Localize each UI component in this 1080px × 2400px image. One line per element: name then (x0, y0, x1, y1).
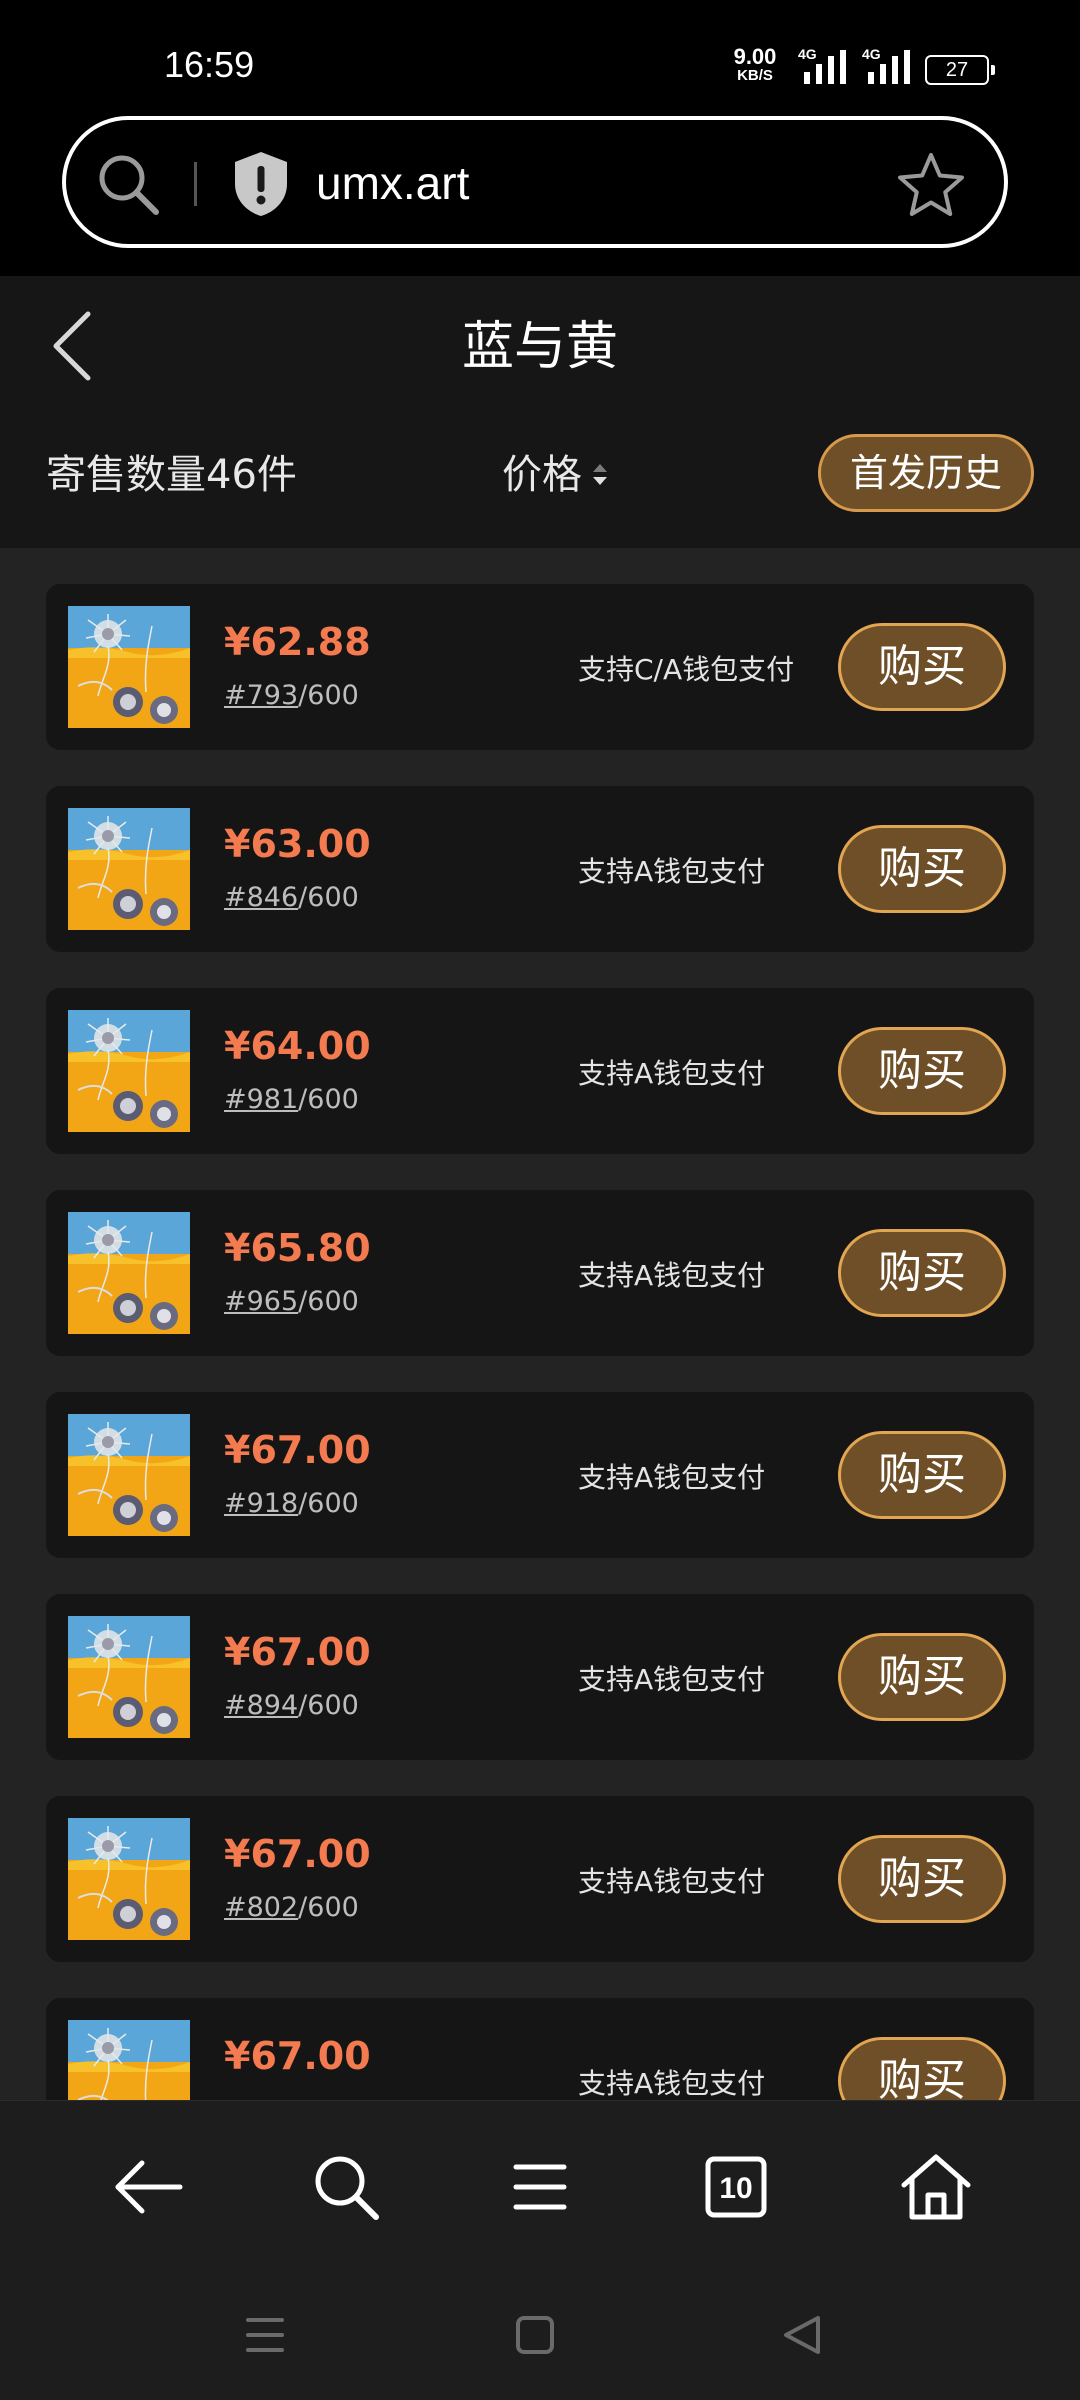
tab-count: 10 (719, 2172, 752, 2205)
page-header: 蓝与黄 寄售数量46件 价格 首发历史 (0, 276, 1080, 548)
clock: 16:59 (164, 44, 255, 85)
listing-card[interactable]: ¥67.00 #894/600 支持A钱包支付 购买 (46, 1594, 1034, 1760)
status-bar: 16:59 9.00 KB/S 4G 4G 27 (0, 0, 1080, 110)
listing-card[interactable]: ¥64.00 #981/600 支持A钱包支付 购买 (46, 988, 1034, 1154)
buy-button[interactable]: 购买 (838, 825, 1006, 913)
artwork-thumbnail[interactable] (68, 808, 190, 930)
listing-card[interactable]: ¥65.80 #965/600 支持A钱包支付 购买 (46, 1190, 1034, 1356)
payment-support: 支持A钱包支付 (578, 1057, 766, 1090)
listing-card[interactable]: ¥62.88 #793/600 支持C/A钱包支付 购买 (46, 584, 1034, 750)
token-number-link[interactable]: #793 (224, 680, 298, 711)
artwork-thumbnail[interactable] (68, 1212, 190, 1334)
edition-number: #965/600 (224, 1286, 359, 1317)
token-number-link[interactable]: #802 (224, 1892, 298, 1923)
listing-price: ¥67.00 (224, 1428, 371, 1472)
listing-list: ¥62.88 #793/600 支持C/A钱包支付 购买 ¥63.00 #846… (46, 584, 1034, 2100)
edition-number: #918/600 (224, 1488, 359, 1519)
edition-number: #981/600 (224, 1084, 359, 1115)
divider (194, 162, 197, 206)
edition-number: #894/600 (224, 1690, 359, 1721)
browser-toolbar: umx.art (0, 110, 1080, 276)
url-text[interactable]: umx.art (316, 156, 469, 210)
artwork-thumbnail[interactable] (68, 1818, 190, 1940)
token-number-link[interactable]: #894 (224, 1690, 298, 1721)
buy-button[interactable]: 购买 (838, 1027, 1006, 1115)
sort-by-price[interactable]: 价格 (502, 442, 582, 500)
search-icon[interactable] (306, 2147, 386, 2227)
edition-number: #802/600 (224, 1892, 359, 1923)
artwork-thumbnail[interactable] (68, 1414, 190, 1536)
network-speed: 9.00 KB/S (727, 44, 783, 84)
payment-support: 支持A钱包支付 (578, 1259, 766, 1292)
signal-label: 4G (798, 46, 817, 62)
home-icon[interactable] (896, 2147, 976, 2227)
payment-support: 支持A钱包支付 (578, 1663, 766, 1696)
consign-count: 寄售数量46件 (46, 452, 297, 498)
artwork-thumbnail[interactable] (68, 1010, 190, 1132)
buy-button[interactable]: 购买 (838, 1835, 1006, 1923)
home-square-icon[interactable] (510, 2310, 560, 2360)
back-arrow-icon[interactable] (108, 2147, 188, 2227)
artwork-thumbnail[interactable] (68, 1616, 190, 1738)
edition-total: /600 (298, 1084, 359, 1115)
token-number-link[interactable]: #918 (224, 1488, 298, 1519)
listing-price: ¥64.00 (224, 1024, 371, 1068)
star-icon[interactable] (896, 150, 966, 220)
token-number-link[interactable]: #981 (224, 1084, 298, 1115)
token-number-link[interactable]: #846 (224, 882, 298, 913)
listing-card[interactable]: ¥63.00 #846/600 支持A钱包支付 购买 (46, 786, 1034, 952)
listing-card[interactable]: ¥67.00 支持A钱包支付 购买 (46, 1998, 1034, 2100)
edition-total: /600 (298, 1286, 359, 1317)
buy-button[interactable]: 购买 (838, 1633, 1006, 1721)
edition-number: #846/600 (224, 882, 359, 913)
tabs-icon[interactable]: 10 (696, 2147, 776, 2227)
edition-total: /600 (298, 1690, 359, 1721)
first-release-history-button[interactable]: 首发历史 (818, 434, 1034, 512)
payment-support: 支持A钱包支付 (578, 1865, 766, 1898)
buy-button[interactable]: 购买 (838, 1431, 1006, 1519)
buy-button[interactable]: 购买 (838, 2037, 1006, 2100)
shield-alert-icon[interactable] (231, 150, 291, 218)
listing-price: ¥67.00 (224, 2034, 371, 2078)
payment-support: 支持A钱包支付 (578, 1461, 766, 1494)
network-speed-unit: KB/S (737, 67, 773, 84)
listing-price: ¥62.88 (224, 620, 371, 664)
system-nav-bar (0, 2270, 1080, 2400)
recent-apps-icon[interactable] (240, 2310, 290, 2360)
edition-total: /600 (298, 680, 359, 711)
network-speed-value: 9.00 (733, 44, 777, 69)
listing-card[interactable]: ¥67.00 #918/600 支持A钱包支付 购买 (46, 1392, 1034, 1558)
browser-bottom-nav: 10 (0, 2100, 1080, 2271)
search-icon[interactable] (96, 152, 160, 216)
sort-arrows-icon[interactable] (590, 456, 610, 492)
page-title: 蓝与黄 (461, 317, 618, 377)
listing-price: ¥63.00 (224, 822, 371, 866)
payment-support: 支持A钱包支付 (578, 855, 766, 888)
listing-price: ¥65.80 (224, 1226, 371, 1270)
edition-total: /600 (298, 1892, 359, 1923)
menu-icon[interactable] (500, 2147, 580, 2227)
artwork-thumbnail[interactable] (68, 606, 190, 728)
buy-button[interactable]: 购买 (838, 623, 1006, 711)
listing-price: ¥67.00 (224, 1630, 371, 1674)
buy-button[interactable]: 购买 (838, 1229, 1006, 1317)
listing-card[interactable]: ¥67.00 #802/600 支持A钱包支付 购买 (46, 1796, 1034, 1962)
token-number-link[interactable]: #965 (224, 1286, 298, 1317)
edition-total: /600 (298, 1488, 359, 1519)
artwork-thumbnail[interactable] (68, 2020, 190, 2100)
signal-icon: 4G (862, 46, 914, 84)
edition-total: /600 (298, 882, 359, 913)
payment-support: 支持A钱包支付 (578, 2067, 766, 2100)
listing-price: ¥67.00 (224, 1832, 371, 1876)
address-bar[interactable]: umx.art (62, 116, 1008, 248)
back-triangle-icon[interactable] (778, 2310, 828, 2360)
app-screen: 16:59 9.00 KB/S 4G 4G 27 umx.art 蓝与黄 寄售数… (0, 0, 1080, 2400)
battery-icon: 27 (925, 55, 995, 85)
signal-label: 4G (862, 46, 881, 62)
signal-icon: 4G (798, 46, 850, 84)
edition-number: #793/600 (224, 680, 359, 711)
payment-support: 支持C/A钱包支付 (578, 653, 795, 686)
